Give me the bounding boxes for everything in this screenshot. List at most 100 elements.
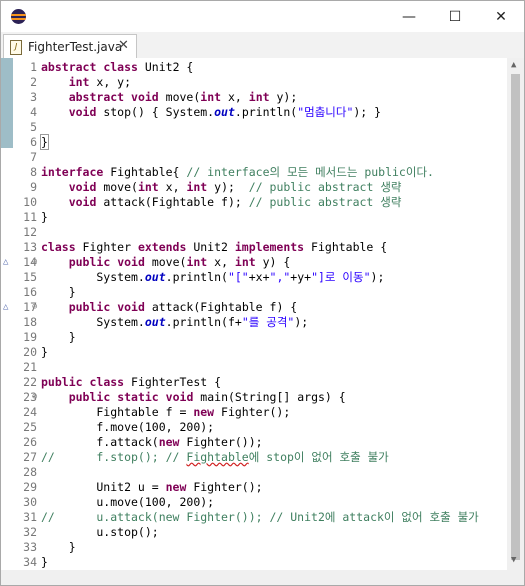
code-token: Fightable (186, 450, 249, 464)
code-token: static (117, 390, 159, 404)
code-line[interactable]: void move(int x, int y); // public abstr… (41, 180, 402, 195)
code-line[interactable]: f.attack(new Fighter()); (41, 435, 263, 450)
code-token: } (41, 345, 48, 359)
title-bar[interactable]: — ☐ ✕ (1, 1, 524, 32)
code-line[interactable]: // f.stop(); // Fightable에 stop이 없어 호출 불… (41, 450, 389, 465)
code-token: public (68, 255, 111, 269)
code-line[interactable]: u.stop(); (41, 525, 159, 540)
close-window-button[interactable]: ✕ (478, 1, 524, 32)
code-line[interactable]: Unit2 u = new Fighter(); (41, 480, 262, 495)
code-line[interactable]: } (41, 330, 76, 345)
code-token: interface (41, 165, 104, 179)
code-token: } (41, 555, 48, 569)
code-line[interactable]: public void attack(Fightable f) { (41, 300, 298, 315)
code-token: out (144, 315, 166, 329)
code-line[interactable]: } (41, 540, 76, 555)
code-line[interactable]: } (40, 134, 49, 150)
code-token: } (41, 285, 76, 299)
code-line[interactable]: System.out.println(f+"를 공격"); (41, 315, 308, 330)
fold-toggle-icon[interactable]: ⊖ (32, 300, 37, 315)
code-line[interactable]: abstract void move(int x, int y); (41, 90, 298, 105)
code-token: +y+ (290, 270, 312, 284)
vertical-scrollbar[interactable]: ▲ ▼ (507, 58, 524, 585)
code-token: Fighter()); (179, 435, 263, 449)
code-token: Fightable f = (41, 405, 194, 419)
code-token: int (248, 90, 270, 104)
code-token: new (158, 435, 180, 449)
code-line[interactable]: u.move(100, 200); (41, 495, 214, 510)
code-token: void (68, 195, 97, 209)
line-number: 5 (30, 120, 37, 134)
scroll-thumb[interactable] (511, 74, 520, 560)
code-line[interactable]: } (41, 345, 48, 360)
code-token: void (68, 105, 97, 119)
code-token: x, y; (89, 75, 132, 89)
code-token: public (68, 300, 111, 314)
code-line[interactable]: interface Fightable{ // interface의 모든 메서… (41, 165, 434, 180)
tab-close-icon[interactable]: ✕ (118, 38, 129, 53)
code-line[interactable]: System.out.println("["+x+","+y+"]로 이동"); (41, 270, 384, 285)
code-token: // u.attack(new Fighter()); // Unit2에 at… (41, 510, 479, 524)
code-line[interactable]: f.move(100, 200); (41, 420, 214, 435)
code-editor[interactable]: 1 2 3 4 5 6 7 8 9 10 11 12 13 14 △ ⊖ 15 16 17 △ ⊖ 18 19 20 21 22 2… (1, 58, 524, 585)
tab-fightertest-java[interactable]: J FighterTest.java ✕ (3, 34, 137, 59)
code-token: "]로 이동" (311, 270, 371, 284)
code-line[interactable]: public static void main(String[] args) { (41, 390, 346, 405)
code-token: "," (269, 270, 291, 284)
code-token: 에 stop이 없어 호출 불가 (248, 450, 389, 464)
code-line[interactable]: } (41, 285, 76, 300)
code-line[interactable]: class Fighter extends Unit2 implements F… (41, 240, 387, 255)
scroll-down-icon[interactable]: ▼ (511, 555, 516, 565)
code-line[interactable]: } (41, 210, 48, 225)
change-ruler (1, 58, 15, 585)
eclipse-icon (11, 9, 26, 24)
code-line[interactable]: void attack(Fightable f); // public abst… (41, 195, 402, 210)
code-token: u.stop(); (41, 525, 159, 539)
code-token: "멈춥니다" (297, 105, 354, 119)
code-token: move( (158, 90, 201, 104)
line-number: 16 (23, 285, 37, 299)
code-token: // public abstract 생략 (248, 180, 402, 194)
line-number: 22 (23, 375, 37, 389)
line-number: 6 (30, 135, 37, 149)
code-line[interactable]: public class FighterTest { (41, 375, 221, 390)
code-token: stop() { System. (96, 105, 215, 119)
line-number: 20 (23, 345, 37, 359)
horizontal-scrollbar[interactable] (1, 570, 507, 585)
code-token: u.move(100, 200); (41, 495, 215, 509)
code-line[interactable]: abstract class Unit2 { (41, 60, 193, 75)
code-line[interactable]: int x, y; (41, 75, 131, 90)
code-token: int (137, 180, 159, 194)
code-token: // interface의 모든 메서드는 public이다. (186, 165, 434, 179)
scroll-up-icon[interactable]: ▲ (511, 60, 516, 70)
code-token: Unit2 (186, 240, 235, 254)
code-token: Fightable{ (103, 165, 187, 179)
code-token: +x+ (248, 270, 270, 284)
line-number: 4 (30, 105, 37, 119)
fold-toggle-icon[interactable]: ⊖ (32, 390, 37, 405)
code-token: ); (370, 270, 385, 284)
code-token: void (117, 255, 145, 269)
maximize-button[interactable]: ☐ (432, 1, 478, 32)
override-marker-icon[interactable]: △ (3, 255, 8, 270)
code-line[interactable]: void stop() { System.out.println("멈춥니다")… (41, 105, 381, 120)
editor-tab-bar: J FighterTest.java ✕ (1, 32, 524, 80)
line-number: 10 (23, 195, 37, 209)
code-line[interactable]: Fightable f = new Fighter(); (41, 405, 290, 420)
fold-toggle-icon[interactable]: ⊖ (32, 255, 37, 270)
code-token: y); (207, 180, 249, 194)
code-token: move( (144, 255, 187, 269)
code-line[interactable]: // u.attack(new Fighter()); // Unit2에 at… (41, 510, 479, 525)
code-token: "를 공격" (241, 315, 295, 329)
override-marker-icon[interactable]: △ (3, 300, 8, 315)
code-token: int (200, 90, 222, 104)
code-line[interactable]: public void move(int x, int y) { (41, 255, 291, 270)
code-line[interactable]: } (41, 555, 48, 570)
tab-label: FighterTest.java (28, 40, 123, 54)
java-file-icon: J (10, 40, 22, 55)
minimize-button[interactable]: — (386, 1, 432, 32)
code-token: x, (221, 90, 249, 104)
